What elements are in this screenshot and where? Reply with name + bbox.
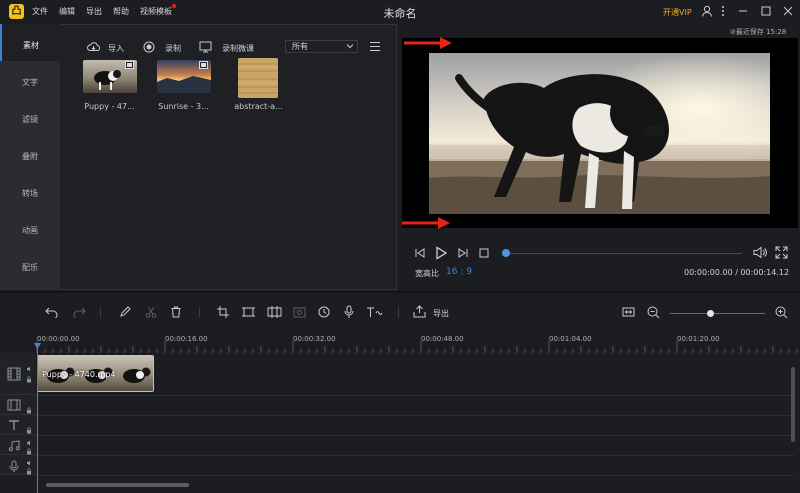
- undo-icon[interactable]: [45, 306, 59, 318]
- record-lesson-icon[interactable]: [199, 41, 212, 53]
- text-to-speech-icon[interactable]: [366, 306, 384, 318]
- vertical-scrollbar[interactable]: [791, 367, 795, 442]
- ruler-tick-label: 00:00:16.00: [165, 335, 208, 343]
- redo-icon[interactable]: [72, 306, 86, 318]
- filter-value: 所有: [292, 42, 308, 51]
- record-icon[interactable]: [143, 41, 155, 53]
- mosaic-icon[interactable]: [242, 306, 255, 318]
- ruler-tick-label: 00:01:04.00: [549, 335, 592, 343]
- zoom-in-icon[interactable]: [775, 306, 788, 319]
- import-button[interactable]: 导入: [108, 43, 124, 54]
- sidebar-item-transitions[interactable]: 转场: [0, 172, 60, 209]
- user-icon[interactable]: [701, 5, 713, 17]
- mute-track-icon[interactable]: [26, 460, 32, 466]
- mute-track-icon[interactable]: [26, 366, 32, 372]
- export-button[interactable]: 导出: [433, 308, 449, 319]
- toolbar-separator: [199, 307, 200, 318]
- video-type-icon: [125, 61, 134, 69]
- ruler-tick-label: 00:00:00.00: [37, 335, 80, 343]
- sidebar-item-animations[interactable]: 动画: [0, 209, 60, 246]
- zoom-slider-track[interactable]: [670, 313, 765, 314]
- maximize-icon[interactable]: [760, 5, 772, 17]
- playback-progress-knob[interactable]: [502, 249, 510, 257]
- split-icon[interactable]: [267, 306, 282, 318]
- record-lesson-button[interactable]: 录制微课: [222, 43, 254, 54]
- fit-timeline-icon[interactable]: [622, 306, 635, 318]
- arrow-annotation: [404, 37, 452, 49]
- mute-track-icon[interactable]: [26, 440, 32, 446]
- lock-track-icon[interactable]: [26, 407, 32, 414]
- video-type-icon: [199, 61, 208, 69]
- stop-icon[interactable]: [479, 248, 489, 258]
- volume-icon[interactable]: [753, 246, 767, 259]
- overlay-track-icon: [7, 399, 21, 411]
- video-track-icon: [7, 367, 21, 381]
- media-item-label: abstract-a...: [234, 102, 283, 111]
- media-item-label: Sunrise - 3...: [158, 102, 209, 111]
- media-item-label: Puppy - 47...: [84, 102, 135, 111]
- sidebar-item-music[interactable]: 配乐: [0, 246, 60, 283]
- previous-frame-icon[interactable]: [414, 247, 426, 259]
- chevron-down-icon: [346, 43, 354, 49]
- toolbar-separator: [398, 307, 399, 318]
- media-item-abstract[interactable]: [238, 58, 278, 98]
- cut-icon[interactable]: [145, 306, 157, 318]
- music-track-icon: [8, 440, 20, 452]
- sidebar: 素材 文字 滤镜 叠附 转场 动画 配乐: [0, 24, 60, 290]
- ruler-tick-label: 00:00:48.00: [421, 335, 464, 343]
- playback-progress-track[interactable]: [506, 253, 742, 254]
- voiceover-icon[interactable]: [344, 305, 354, 319]
- play-icon[interactable]: [435, 246, 448, 260]
- track-separator: [36, 435, 794, 436]
- record-button[interactable]: 录制: [165, 43, 181, 54]
- next-frame-icon[interactable]: [457, 247, 469, 259]
- track-separator: [36, 455, 794, 456]
- sidebar-item-filters[interactable]: 滤镜: [0, 98, 60, 135]
- lock-track-icon[interactable]: [26, 427, 32, 434]
- fullscreen-icon[interactable]: [775, 246, 788, 259]
- ruler-tick-label: 00:00:32.00: [293, 335, 336, 343]
- playhead[interactable]: [37, 345, 38, 493]
- export-icon[interactable]: [413, 305, 426, 318]
- aspect-ratio-value[interactable]: 16 : 9: [446, 267, 472, 277]
- list-view-icon[interactable]: [369, 41, 381, 52]
- edit-icon[interactable]: [119, 306, 131, 318]
- close-icon[interactable]: [782, 5, 794, 17]
- lock-track-icon[interactable]: [26, 376, 32, 383]
- video-preview-image: [429, 53, 770, 214]
- crop-icon[interactable]: [217, 306, 229, 318]
- horizontal-scrollbar[interactable]: [46, 483, 189, 487]
- freeze-frame-icon[interactable]: [293, 307, 306, 318]
- track-separator: [36, 395, 794, 396]
- more-icon[interactable]: [720, 5, 726, 17]
- track-separator: [36, 475, 794, 476]
- aspect-ratio-label: 宽高比: [415, 269, 439, 278]
- voice-track-icon: [9, 460, 19, 473]
- text-track-icon: [8, 419, 20, 431]
- zoom-out-icon[interactable]: [647, 306, 660, 319]
- delete-icon[interactable]: [170, 306, 182, 318]
- arrow-annotation: [402, 217, 450, 229]
- track-separator: [36, 415, 794, 416]
- lock-track-icon[interactable]: [26, 448, 32, 455]
- sidebar-item-overlays[interactable]: 叠附: [0, 135, 60, 172]
- toolbar-separator: [100, 307, 101, 318]
- duration-icon[interactable]: [318, 306, 330, 318]
- timecode-display: 00:00:00.00 / 00:00:14.12: [684, 268, 790, 277]
- clip-label: Puppy - 4740.mp4: [42, 370, 116, 379]
- vip-button[interactable]: 开通VIP: [663, 7, 692, 18]
- last-saved-status: ⊘最近保存 15:28: [730, 28, 787, 36]
- minimize-icon[interactable]: [737, 5, 749, 17]
- ruler-tick-label: 00:01:20.00: [677, 335, 720, 343]
- import-icon[interactable]: [87, 41, 100, 52]
- sidebar-item-media[interactable]: 素材: [0, 24, 60, 61]
- sidebar-item-text[interactable]: 文字: [0, 61, 60, 98]
- lock-track-icon[interactable]: [26, 468, 32, 475]
